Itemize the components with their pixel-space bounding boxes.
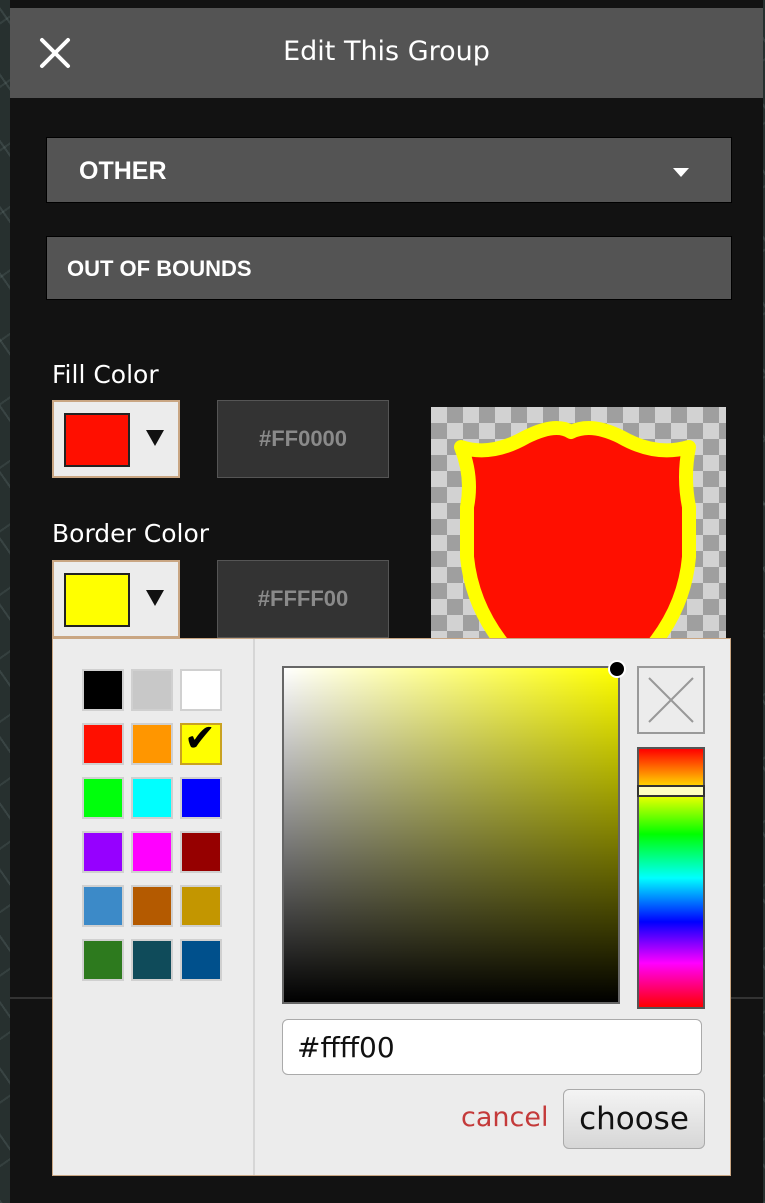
border-color-swatch (64, 573, 130, 627)
fill-hex-field[interactable]: #FF0000 (217, 400, 389, 478)
picker-divider (253, 639, 255, 1175)
border-hex-field[interactable]: #FFFF00 (217, 560, 389, 638)
clear-x-icon (648, 677, 694, 723)
category-select-value: OTHER (79, 157, 167, 185)
triangle-down-icon (146, 590, 164, 606)
shield-preview (431, 407, 726, 647)
clear-color-button[interactable] (637, 666, 705, 734)
palette-swatch[interactable] (180, 831, 222, 873)
palette-swatch[interactable] (180, 777, 222, 819)
checkmark-icon: ✔ (184, 716, 216, 760)
fill-color-swatch (64, 413, 130, 467)
palette-swatch[interactable] (82, 777, 124, 819)
category-select[interactable]: OTHER (46, 137, 732, 203)
fill-color-button[interactable] (52, 400, 180, 478)
palette-swatch[interactable] (131, 939, 173, 981)
palette-swatch[interactable] (82, 885, 124, 927)
sv-cursor[interactable] (608, 660, 626, 678)
palette-swatch[interactable] (131, 723, 173, 765)
cancel-link[interactable]: cancel (461, 1102, 548, 1133)
border-color-button[interactable] (52, 560, 180, 638)
palette-swatch[interactable]: ✔ (180, 719, 222, 765)
palette-swatch[interactable] (131, 669, 173, 711)
panel-header: Edit This Group (10, 8, 763, 98)
palette-swatch[interactable] (131, 885, 173, 927)
palette-swatch[interactable] (131, 777, 173, 819)
triangle-down-icon (146, 430, 164, 446)
picker-hex-input[interactable] (282, 1019, 702, 1075)
palette-swatch[interactable] (82, 669, 124, 711)
group-name-value: OUT OF BOUNDS (67, 256, 252, 281)
group-name-field[interactable]: OUT OF BOUNDS (46, 236, 732, 300)
choose-button[interactable]: choose (563, 1089, 705, 1149)
palette-swatch[interactable] (82, 723, 124, 765)
border-color-label: Border Color (52, 519, 210, 548)
hue-slider-handle[interactable] (637, 785, 705, 797)
palette-swatch[interactable] (180, 669, 222, 711)
shield-icon (454, 421, 696, 647)
saturation-value-area[interactable] (282, 660, 626, 1004)
palette-swatch[interactable] (82, 939, 124, 981)
palette-swatch[interactable] (180, 885, 222, 927)
palette-swatch[interactable] (82, 831, 124, 873)
caret-down-icon (673, 168, 689, 177)
palette-swatch[interactable] (180, 939, 222, 981)
fill-color-label: Fill Color (52, 360, 159, 389)
hue-slider[interactable] (637, 747, 705, 1009)
palette-swatch[interactable] (131, 831, 173, 873)
color-picker-popup: ✔ cancel choose (52, 638, 731, 1176)
page-title: Edit This Group (283, 36, 490, 67)
